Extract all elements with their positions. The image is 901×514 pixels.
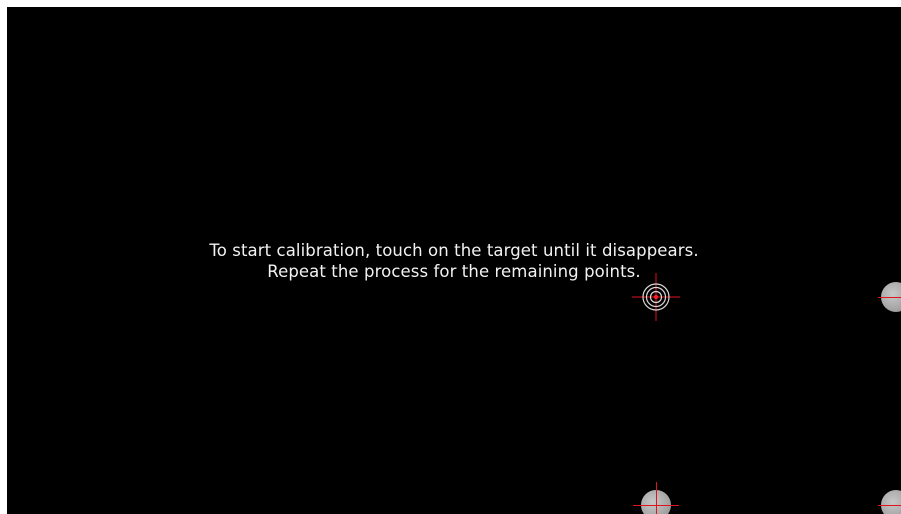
crosshair-target-icon: [632, 273, 680, 321]
calibration-screen: To start calibration, touch on the targe…: [7, 7, 901, 514]
calibration-instructions: To start calibration, touch on the targe…: [7, 240, 901, 282]
calibration-point-icon: [881, 490, 901, 514]
crosshair-horizontal-icon: [878, 297, 901, 298]
instruction-line-1: To start calibration, touch on the targe…: [209, 241, 699, 260]
instruction-line-2: Repeat the process for the remaining poi…: [267, 262, 641, 281]
crosshair-vertical-icon: [656, 482, 657, 514]
crosshair-horizontal-icon: [878, 505, 901, 506]
active-calibration-target[interactable]: [632, 273, 680, 321]
